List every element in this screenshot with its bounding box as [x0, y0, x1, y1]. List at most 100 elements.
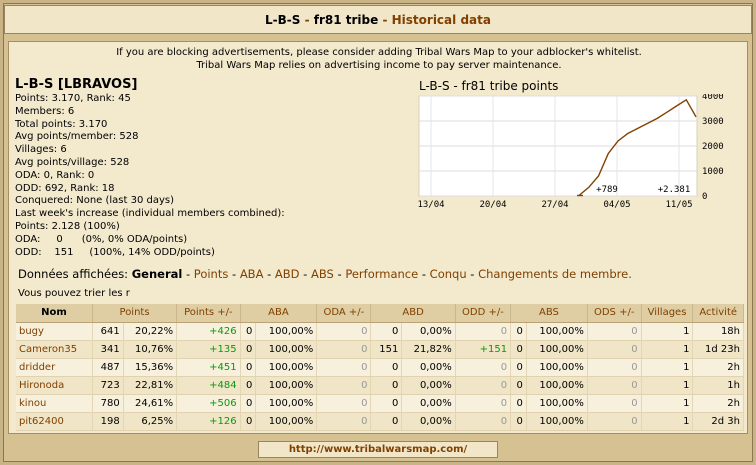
column-header[interactable]: Villages	[641, 304, 694, 323]
table-cell: 100,00%	[255, 340, 318, 359]
table-header: Nom Points Points +/- ABA ODA +/- ABD ODD +/- A…	[16, 304, 744, 323]
table-cell: 1	[641, 412, 694, 431]
table-cell: 2h	[692, 394, 744, 413]
player-name-link[interactable]: kinou	[16, 394, 93, 413]
chart-xtick-label: 11/05	[665, 200, 692, 210]
table-cell: 0	[316, 376, 372, 395]
chart-ytick-label: 4000	[702, 94, 724, 102]
chart-annotation: +789	[596, 185, 618, 195]
table-cell: 0	[587, 394, 642, 413]
table-cell: 0	[370, 322, 403, 341]
table-cell: +151	[455, 340, 512, 359]
tab-conqu[interactable]: Conqu	[430, 267, 467, 281]
tab-list: General - Points - ABA - ABD - ABS - Per…	[132, 267, 632, 281]
tab-separator: -	[263, 267, 275, 281]
table-cell: 0	[455, 394, 512, 413]
player-name-link[interactable]: pit62400	[16, 412, 93, 431]
player-name-link[interactable]: dridder	[16, 358, 93, 377]
table-cell: 0,00%	[401, 412, 456, 431]
tab-points[interactable]: Points	[194, 267, 229, 281]
player-name-link[interactable]: Hironoda	[16, 376, 93, 395]
sort-hint: Vous pouvez trier les r	[18, 288, 130, 299]
chart-ytick-label: 0	[702, 192, 707, 202]
table-cell: 0	[370, 412, 403, 431]
tab-general[interactable]: General	[132, 267, 183, 281]
tab-aba[interactable]: ABA	[240, 267, 264, 281]
notice-line-2: Tribal Wars Map relies on advertising in…	[196, 60, 562, 71]
table-row: kinou 780 24,61% +506 0 100,00% 0 0 0,00% 0 0 100,0…	[16, 394, 744, 413]
tribe-stat-row: Members: 6	[15, 105, 75, 117]
table-cell: 0	[240, 412, 257, 431]
table-cell: 0	[316, 394, 372, 413]
column-header[interactable]: Points +/-	[176, 304, 241, 323]
table-cell: 1d 23h	[692, 340, 744, 359]
tab-separator: -	[466, 267, 479, 281]
table-cell: +426	[176, 322, 241, 341]
table-cell: 1	[641, 340, 694, 359]
tab-abd[interactable]: ABD	[275, 267, 300, 281]
table-cell: 0,00%	[401, 322, 456, 341]
chart-xtick-label: 13/04	[417, 200, 444, 210]
tab-changements-de-membre[interactable]: Changements de membre.	[478, 267, 632, 281]
tribe-stat-row: Avg points/member: 528	[15, 131, 139, 143]
adblock-notice: If you are blocking advertisements, plea…	[9, 46, 749, 72]
chart-xtick-label: 04/05	[603, 200, 630, 210]
table-cell: 100,00%	[255, 322, 318, 341]
player-name-link[interactable]: Cameron35	[16, 340, 93, 359]
tribe-info: L-B-S [LBRAVOS] Points: 3.170, Rank: 45 M…	[15, 77, 415, 259]
table-cell: 198	[92, 412, 124, 431]
table-cell: 18h	[692, 322, 744, 341]
tribe-stat-row: Villages: 6	[15, 144, 67, 156]
tribe-stat-row: ODA: 0 (0%, 0% ODA/points)	[15, 233, 188, 245]
table-cell: 21,82%	[401, 340, 456, 359]
tab-separator: -	[333, 267, 346, 281]
tab-abs[interactable]: ABS	[311, 267, 334, 281]
table-cell: 0	[455, 376, 512, 395]
tribe-stats: Points: 3.170, Rank: 45 Members: 6 Total p…	[15, 93, 415, 259]
table-cell: 2d 3h	[692, 412, 744, 431]
tribe-stat-row: ODD: 692, Rank: 18	[15, 182, 115, 194]
column-header[interactable]: ABA	[240, 304, 318, 323]
column-header[interactable]: ABS	[510, 304, 588, 323]
tab-performance[interactable]: Performance	[345, 267, 418, 281]
table-cell: 22,81%	[123, 376, 178, 395]
column-header[interactable]: ODS +/-	[587, 304, 642, 323]
table-cell: 0	[510, 412, 527, 431]
table-cell: 0	[316, 412, 372, 431]
tabs-prefix: Données affichées:	[18, 267, 129, 281]
notice-line-1: If you are blocking advertisements, plea…	[116, 47, 642, 58]
table-cell: +126	[176, 412, 241, 431]
table-cell: 100,00%	[526, 358, 588, 377]
table-cell: 24,61%	[123, 394, 178, 413]
table-cell: 0	[240, 394, 257, 413]
table-cell: 0	[240, 358, 257, 377]
column-header[interactable]: Activité	[692, 304, 744, 323]
table-cell: 1	[641, 322, 694, 341]
table-cell: 487	[92, 358, 124, 377]
tribe-tag: L-B-S	[265, 13, 301, 27]
tribe-stat-row: Total points: 3.170	[15, 118, 108, 130]
table-cell: 0	[316, 340, 372, 359]
title-separator: -	[300, 13, 314, 27]
chart-ytick-label: 3000	[702, 117, 724, 127]
tribe-stat-row: Points: 3.170, Rank: 45	[15, 93, 131, 104]
table-cell: 0	[240, 376, 257, 395]
table-row: Cameron35 341 10,76% +135 0 100,00% 0 151 21,82%…	[16, 340, 744, 359]
members-table: Nom Points Points +/- ABA ODA +/- ABD ODD +/- A…	[16, 304, 744, 431]
table-cell: 0	[510, 358, 527, 377]
table-cell: 0	[370, 394, 403, 413]
column-header[interactable]: ABD	[370, 304, 456, 323]
column-header[interactable]: ODD +/-	[455, 304, 512, 323]
table-cell: 0	[240, 322, 257, 341]
points-chart: 0 1000 2000 3000 4000 13/04 20/04 27/04 04/05 11/…	[417, 94, 724, 210]
column-header[interactable]: Nom	[16, 304, 93, 323]
table-cell: 0	[370, 358, 403, 377]
table-cell: 641	[92, 322, 124, 341]
column-header[interactable]: Points	[92, 304, 178, 323]
player-name-link[interactable]: bugy	[16, 322, 93, 341]
table-cell: 0	[587, 376, 642, 395]
table-body: bugy 641 20,22% +426 0 100,00% 0 0 0,00% 0 0 100,00…	[16, 322, 744, 431]
table-cell: 20,22%	[123, 322, 178, 341]
column-header[interactable]: ODA +/-	[316, 304, 372, 323]
footer-link[interactable]: http://www.tribalwarsmap.com/	[258, 441, 498, 458]
